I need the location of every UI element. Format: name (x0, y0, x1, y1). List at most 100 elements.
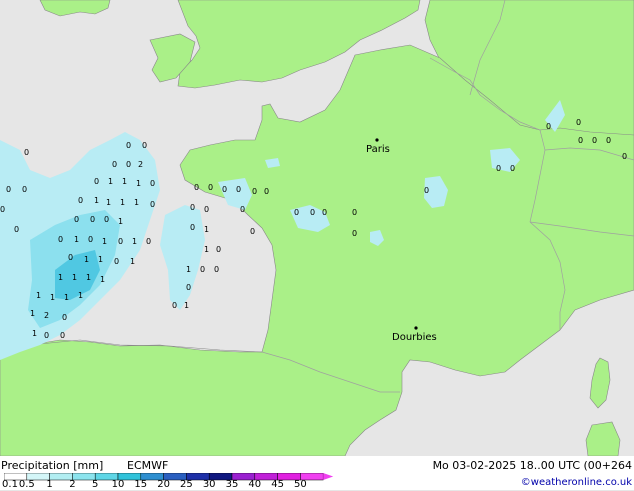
svg-text:0: 0 (352, 208, 357, 217)
svg-text:0: 0 (352, 229, 357, 238)
svg-text:0: 0 (6, 185, 11, 194)
legend-tick-label: 40 (248, 479, 262, 490)
model-name: ECMWF (127, 459, 169, 472)
svg-text:0: 0 (578, 136, 583, 145)
legend-tick-label: 1 (46, 479, 53, 490)
svg-text:0: 0 (126, 160, 131, 169)
svg-text:0: 0 (194, 183, 199, 192)
svg-text:0: 0 (94, 177, 99, 186)
legend-tick-label: 2 (69, 479, 76, 490)
svg-text:1: 1 (106, 198, 111, 207)
svg-text:1: 1 (122, 177, 127, 186)
svg-text:0: 0 (118, 237, 123, 246)
svg-text:0: 0 (150, 200, 155, 209)
svg-text:0: 0 (24, 148, 29, 157)
svg-text:0: 0 (200, 265, 205, 274)
svg-text:Dourbies: Dourbies (392, 332, 437, 343)
legend-tick-label: 15 (134, 479, 148, 490)
legend-tick-label: 0.5 (18, 479, 35, 490)
svg-text:1: 1 (78, 291, 83, 300)
svg-text:0: 0 (214, 265, 219, 274)
svg-text:0: 0 (62, 313, 67, 322)
svg-text:0: 0 (322, 208, 327, 217)
svg-text:1: 1 (130, 257, 135, 266)
svg-text:2: 2 (138, 160, 143, 169)
svg-text:2: 2 (44, 311, 49, 320)
legend-tick-label: 5 (92, 479, 99, 490)
svg-text:0: 0 (186, 283, 191, 292)
legend-tick-label: 30 (202, 479, 216, 490)
svg-text:1: 1 (108, 177, 113, 186)
svg-text:0: 0 (114, 257, 119, 266)
legend-tick-label: 0.1 (2, 479, 18, 490)
svg-text:1: 1 (204, 245, 209, 254)
svg-text:0: 0 (74, 215, 79, 224)
svg-text:1: 1 (32, 329, 37, 338)
svg-text:0: 0 (58, 235, 63, 244)
svg-text:0: 0 (592, 136, 597, 145)
svg-text:1: 1 (64, 293, 69, 302)
svg-text:0: 0 (60, 331, 65, 340)
svg-text:1: 1 (58, 273, 63, 282)
svg-text:0: 0 (190, 203, 195, 212)
svg-text:0: 0 (252, 187, 257, 196)
svg-text:1: 1 (100, 275, 105, 284)
legend-tick-label: 25 (180, 479, 193, 490)
legend-tick-label: 20 (157, 479, 170, 490)
svg-text:0: 0 (424, 186, 429, 195)
svg-text:1: 1 (186, 265, 191, 274)
svg-text:0: 0 (22, 185, 27, 194)
legend-ticks: 0.1 0.5 1 2 5 10 15 20 25 30 35 40 45 50 (0, 479, 330, 491)
svg-text:1: 1 (102, 237, 107, 246)
legend-tick-label: 35 (225, 479, 239, 490)
svg-text:0: 0 (68, 253, 73, 262)
svg-text:1: 1 (94, 196, 99, 205)
svg-text:0: 0 (204, 205, 209, 214)
svg-text:0: 0 (44, 331, 49, 340)
legend-tick-label: 45 (271, 479, 284, 490)
svg-text:0: 0 (622, 152, 627, 161)
svg-text:1: 1 (36, 291, 41, 300)
svg-text:1: 1 (86, 273, 91, 282)
svg-text:0: 0 (90, 215, 95, 224)
credit-link[interactable]: ©weatheronline.co.uk (521, 476, 632, 489)
svg-text:0: 0 (150, 179, 155, 188)
svg-text:1: 1 (132, 237, 137, 246)
svg-text:0: 0 (236, 185, 241, 194)
svg-text:1: 1 (84, 255, 89, 264)
svg-text:1: 1 (184, 301, 189, 310)
svg-text:0: 0 (78, 196, 83, 205)
svg-text:0: 0 (310, 208, 315, 217)
svg-text:1: 1 (98, 255, 103, 264)
valid-time: Mo 03-02-2025 18..00 UTC (00+264 (432, 459, 632, 472)
svg-text:0: 0 (576, 118, 581, 127)
svg-text:0: 0 (264, 187, 269, 196)
svg-text:0: 0 (146, 237, 151, 246)
svg-text:0: 0 (14, 225, 19, 234)
svg-text:0: 0 (294, 208, 299, 217)
svg-text:0: 0 (88, 235, 93, 244)
svg-text:0: 0 (172, 301, 177, 310)
svg-text:0: 0 (546, 122, 551, 131)
svg-text:0: 0 (112, 160, 117, 169)
legend-title: Precipitation [mm] (1, 459, 104, 472)
svg-text:1: 1 (120, 198, 125, 207)
svg-text:0: 0 (510, 164, 515, 173)
svg-text:1: 1 (74, 235, 79, 244)
svg-text:Paris: Paris (366, 144, 390, 155)
svg-text:0: 0 (208, 183, 213, 192)
svg-text:1: 1 (30, 309, 35, 318)
svg-text:0: 0 (222, 185, 227, 194)
precipitation-map: 0 0 0 0 0 0 0 0 0 2 0 1 1 1 0 0 1 1 1 1 … (0, 0, 634, 456)
svg-text:1: 1 (118, 217, 123, 226)
svg-text:0: 0 (126, 141, 131, 150)
svg-text:1: 1 (134, 198, 139, 207)
legend-tick-label: 50 (294, 479, 307, 490)
svg-text:0: 0 (0, 205, 5, 214)
svg-text:0: 0 (104, 215, 109, 224)
svg-text:0: 0 (606, 136, 611, 145)
svg-text:1: 1 (204, 225, 209, 234)
svg-text:0: 0 (190, 223, 195, 232)
legend-tick-label: 10 (111, 479, 125, 490)
svg-text:0: 0 (216, 245, 221, 254)
